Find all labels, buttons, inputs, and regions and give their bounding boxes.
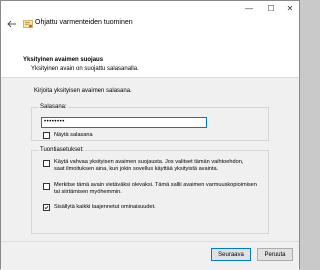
extended-properties-label: Sisällytä kaikki laajennetut ominaisuude…: [54, 204, 156, 210]
show-password-label: Näytä salasana: [54, 132, 93, 138]
strong-protection-line2: saat ilmoituksen aina, kun jokin sovellu…: [54, 166, 219, 172]
strong-protection-label: Käytä vahvaa yksityisen avaimen suojaust…: [54, 159, 243, 173]
password-input[interactable]: ••••••••: [41, 117, 207, 128]
minimize-button[interactable]: —: [241, 1, 257, 15]
back-arrow-icon[interactable]: [7, 20, 17, 28]
wizard-title: Ohjattu varmenteiden tuominen: [35, 19, 133, 26]
maximize-button[interactable]: ☐: [263, 1, 279, 15]
extended-properties-checkbox[interactable]: [43, 204, 50, 211]
password-prompt: Kirjoita yksityisen avaimen salasana.: [34, 88, 132, 94]
checkmark-icon: [44, 206, 49, 210]
title-bar: — ☐ ✕ Ohjattu varmenteiden tuominen: [1, 1, 299, 33]
exportable-label: Merkitse tämä avain vietäväksi olevaksi.…: [54, 182, 257, 196]
page-title: Yksityinen avaimen suojaus: [23, 57, 104, 63]
next-button[interactable]: Seuraava: [211, 248, 251, 261]
page-subtitle: Yksityinen avain on suojattu salasanalla…: [31, 66, 139, 72]
exportable-checkbox[interactable]: [43, 183, 50, 190]
close-button[interactable]: ✕: [282, 1, 298, 15]
wizard-footer: [1, 241, 299, 270]
strong-protection-checkbox[interactable]: [43, 160, 50, 167]
exportable-line1: Merkitse tämä avain vietäväksi olevaksi.…: [54, 182, 257, 188]
strong-protection-line1: Käytä vahvaa yksityisen avaimen suojaust…: [54, 159, 244, 165]
cancel-button[interactable]: Peruuta: [257, 248, 293, 261]
certificate-import-wizard-window: — ☐ ✕ Ohjattu varmenteiden tuominen Yksi…: [0, 0, 300, 270]
show-password-checkbox[interactable]: [43, 132, 50, 139]
exportable-line2: tai siirtämisen myöhemmin.: [54, 189, 122, 195]
import-options-label: Tuontiasetukset:: [39, 147, 85, 153]
password-group-label: Salasana:: [39, 104, 68, 110]
certificate-wizard-icon: [23, 20, 33, 28]
